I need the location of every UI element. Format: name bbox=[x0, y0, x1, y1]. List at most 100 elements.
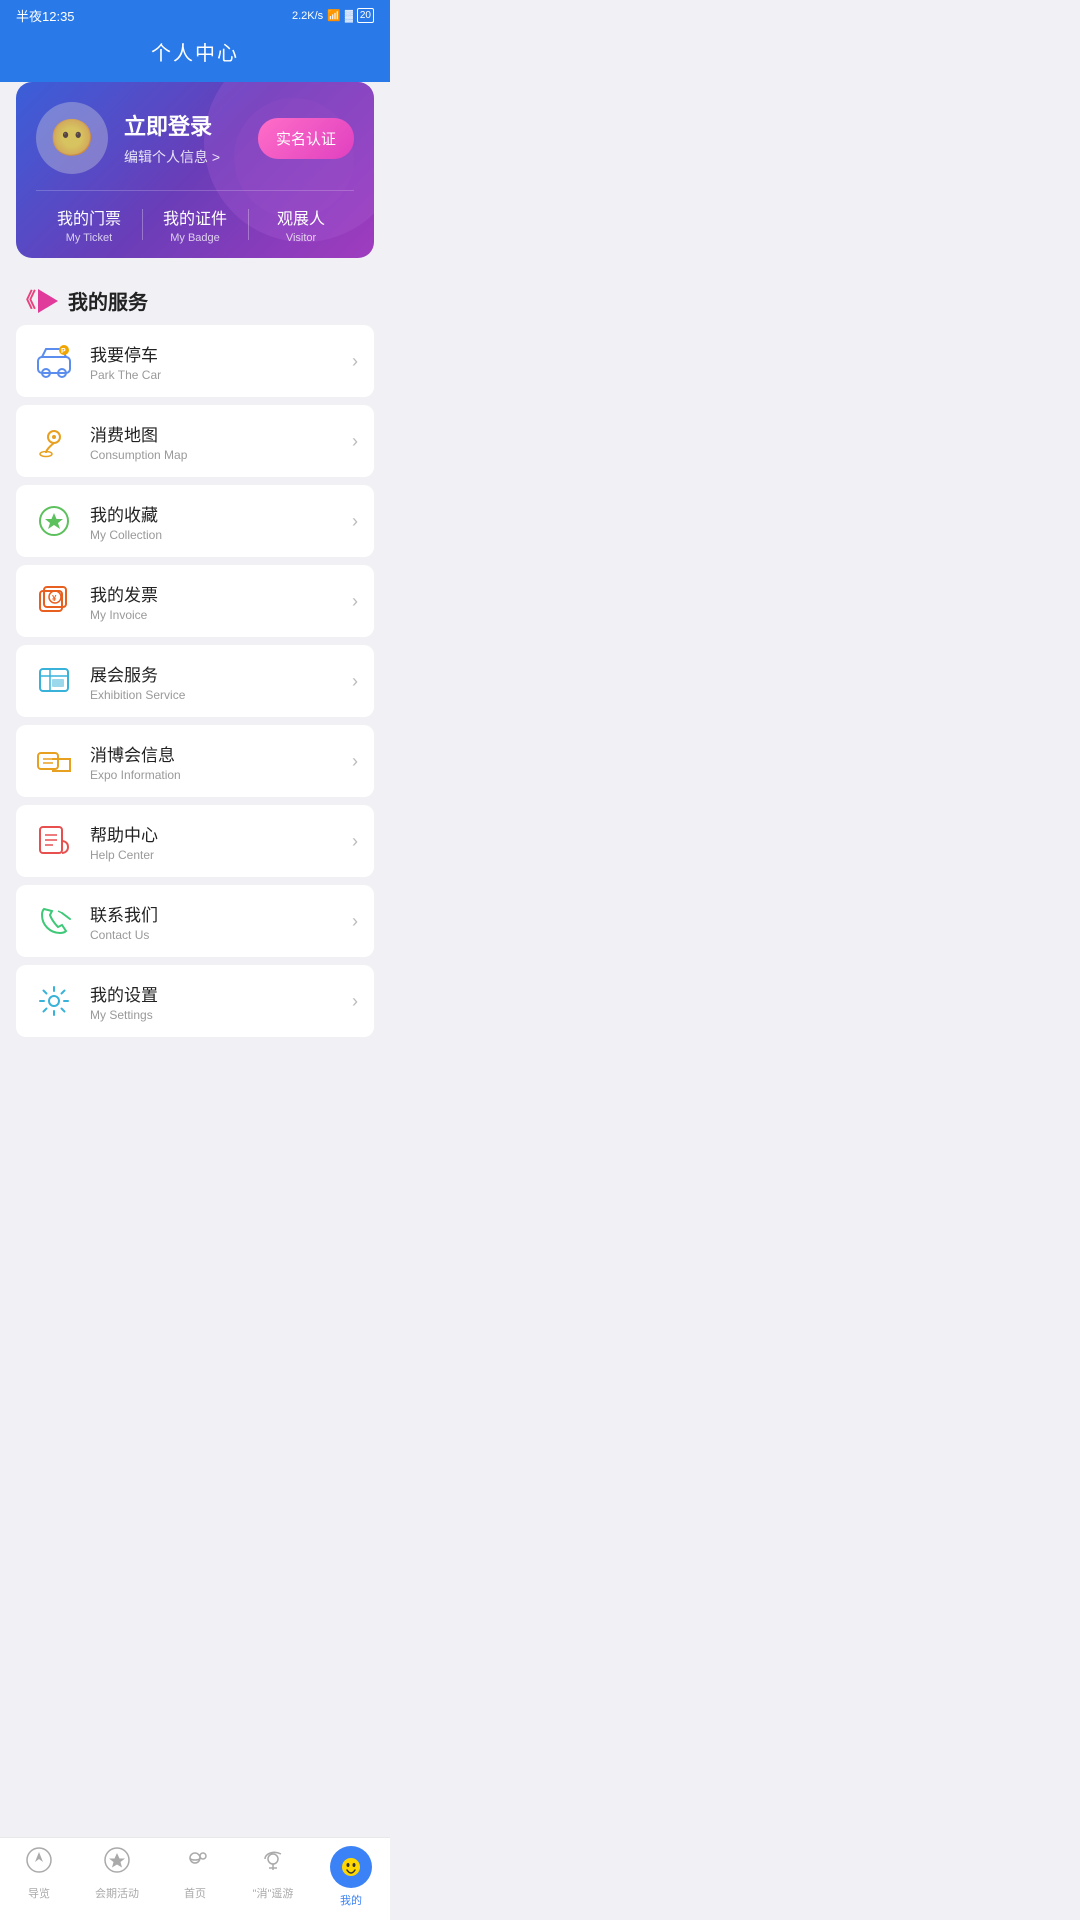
menu-item-collection[interactable]: 我的收藏 My Collection › bbox=[16, 485, 374, 557]
menu-item-expo[interactable]: 消博会信息 Expo Information › bbox=[16, 725, 374, 797]
invoice-arrow: › bbox=[352, 591, 358, 612]
guide-nav-icon bbox=[25, 1846, 53, 1881]
travel-nav-icon bbox=[259, 1846, 287, 1881]
guide-nav-label: 导览 bbox=[28, 1885, 50, 1901]
profile-top: 😶 立即登录 编辑个人信息 > 实名认证 bbox=[36, 102, 354, 190]
chevron-left-icon: 《 bbox=[16, 291, 36, 311]
avatar: 😶 bbox=[36, 102, 108, 174]
menu-item-invoice[interactable]: ¥ 我的发票 My Invoice › bbox=[16, 565, 374, 637]
stat-badge[interactable]: 我的证件 My Badge bbox=[142, 205, 248, 244]
svg-text:¥: ¥ bbox=[52, 594, 57, 603]
stat-visitor-cn: 观展人 bbox=[248, 205, 354, 229]
stat-badge-cn: 我的证件 bbox=[142, 205, 248, 229]
nav-travel[interactable]: "消"遥游 bbox=[234, 1846, 312, 1908]
status-icons: 2.2K/s 📶 ▓ 20 bbox=[292, 8, 374, 23]
stat-badge-en: My Badge bbox=[142, 232, 248, 244]
profile-stats: 我的门票 My Ticket 我的证件 My Badge 观展人 Visitor bbox=[36, 190, 354, 258]
page-title: 个人中心 bbox=[0, 37, 390, 66]
map-en: Consumption Map bbox=[90, 448, 338, 462]
activities-nav-icon bbox=[103, 1846, 131, 1881]
status-bar: 半夜12:35 2.2K/s 📶 ▓ 20 bbox=[0, 0, 390, 29]
home-nav-icon bbox=[181, 1846, 209, 1881]
speed: 2.2K/s bbox=[292, 10, 323, 22]
expo-icon bbox=[32, 739, 76, 783]
nav-mine[interactable]: 我的 bbox=[312, 1846, 390, 1908]
nav-guide[interactable]: 导览 bbox=[0, 1846, 78, 1908]
settings-icon bbox=[32, 979, 76, 1023]
contact-en: Contact Us bbox=[90, 928, 338, 942]
page-header: 个人中心 bbox=[0, 29, 390, 82]
park-text: 我要停车 Park The Car bbox=[90, 341, 338, 382]
exhibition-cn: 展会服务 bbox=[90, 661, 338, 686]
exhibition-icon bbox=[32, 659, 76, 703]
home-nav-label: 首页 bbox=[184, 1885, 206, 1901]
invoice-text: 我的发票 My Invoice bbox=[90, 581, 338, 622]
settings-en: My Settings bbox=[90, 1008, 338, 1022]
wifi-icon: ▓ bbox=[345, 10, 353, 22]
battery-indicator: 20 bbox=[357, 8, 374, 23]
map-cn: 消费地图 bbox=[90, 421, 338, 446]
menu-list: P 我要停车 Park The Car › 消费地图 Consum bbox=[16, 325, 374, 1037]
signal-icon: 📶 bbox=[327, 9, 341, 22]
menu-item-contact[interactable]: 联系我们 Contact Us › bbox=[16, 885, 374, 957]
invoice-icon: ¥ bbox=[32, 579, 76, 623]
collection-cn: 我的收藏 bbox=[90, 501, 338, 526]
expo-en: Expo Information bbox=[90, 768, 338, 782]
time: 半夜12:35 bbox=[16, 6, 75, 25]
stat-ticket[interactable]: 我的门票 My Ticket bbox=[36, 205, 142, 244]
menu-item-map[interactable]: 消费地图 Consumption Map › bbox=[16, 405, 374, 477]
nav-home[interactable]: 首页 bbox=[156, 1846, 234, 1908]
contact-text: 联系我们 Contact Us bbox=[90, 901, 338, 942]
profile-info: 立即登录 编辑个人信息 > bbox=[124, 109, 242, 167]
collection-text: 我的收藏 My Collection bbox=[90, 501, 338, 542]
stat-visitor-en: Visitor bbox=[248, 232, 354, 244]
section-title: 我的服务 bbox=[68, 286, 148, 315]
exhibition-text: 展会服务 Exhibition Service bbox=[90, 661, 338, 702]
map-arrow: › bbox=[352, 431, 358, 452]
collection-en: My Collection bbox=[90, 528, 338, 542]
help-en: Help Center bbox=[90, 848, 338, 862]
help-cn: 帮助中心 bbox=[90, 821, 338, 846]
invoice-cn: 我的发票 bbox=[90, 581, 338, 606]
mine-nav-label: 我的 bbox=[340, 1892, 362, 1908]
services-section: 《 我的服务 P 我要停车 Park The Car › bbox=[0, 274, 390, 1117]
menu-item-exhibition[interactable]: 展会服务 Exhibition Service › bbox=[16, 645, 374, 717]
svg-text:P: P bbox=[61, 348, 66, 355]
help-arrow: › bbox=[352, 831, 358, 852]
section-icon: 《 bbox=[16, 289, 58, 313]
profile-card: 😶 立即登录 编辑个人信息 > 实名认证 我的门票 My Ticket 我的证件… bbox=[16, 82, 374, 258]
mine-nav-icon bbox=[330, 1846, 372, 1888]
map-icon bbox=[32, 419, 76, 463]
settings-text: 我的设置 My Settings bbox=[90, 981, 338, 1022]
travel-nav-label: "消"遥游 bbox=[253, 1885, 294, 1901]
stat-visitor[interactable]: 观展人 Visitor bbox=[248, 205, 354, 244]
expo-cn: 消博会信息 bbox=[90, 741, 338, 766]
stat-ticket-en: My Ticket bbox=[36, 232, 142, 244]
exhibition-arrow: › bbox=[352, 671, 358, 692]
settings-arrow: › bbox=[352, 991, 358, 1012]
stat-ticket-cn: 我的门票 bbox=[36, 205, 142, 229]
edit-label[interactable]: 编辑个人信息 > bbox=[124, 147, 242, 167]
activities-nav-label: 会期活动 bbox=[95, 1885, 139, 1901]
help-text: 帮助中心 Help Center bbox=[90, 821, 338, 862]
verify-button[interactable]: 实名认证 bbox=[258, 118, 354, 159]
expo-arrow: › bbox=[352, 751, 358, 772]
login-label[interactable]: 立即登录 bbox=[124, 109, 242, 141]
settings-cn: 我的设置 bbox=[90, 981, 338, 1006]
help-icon bbox=[32, 819, 76, 863]
park-icon: P bbox=[32, 339, 76, 383]
contact-arrow: › bbox=[352, 911, 358, 932]
avatar-icon: 😶 bbox=[50, 117, 95, 159]
park-arrow: › bbox=[352, 351, 358, 372]
nav-activities[interactable]: 会期活动 bbox=[78, 1846, 156, 1908]
bottom-nav: 导览 会期活动 首页 "消" bbox=[0, 1837, 390, 1920]
park-en: Park The Car bbox=[90, 368, 338, 382]
section-header: 《 我的服务 bbox=[16, 274, 374, 325]
menu-item-park[interactable]: P 我要停车 Park The Car › bbox=[16, 325, 374, 397]
menu-item-settings[interactable]: 我的设置 My Settings › bbox=[16, 965, 374, 1037]
play-icon bbox=[38, 289, 58, 313]
map-text: 消费地图 Consumption Map bbox=[90, 421, 338, 462]
invoice-en: My Invoice bbox=[90, 608, 338, 622]
menu-item-help[interactable]: 帮助中心 Help Center › bbox=[16, 805, 374, 877]
collection-arrow: › bbox=[352, 511, 358, 532]
